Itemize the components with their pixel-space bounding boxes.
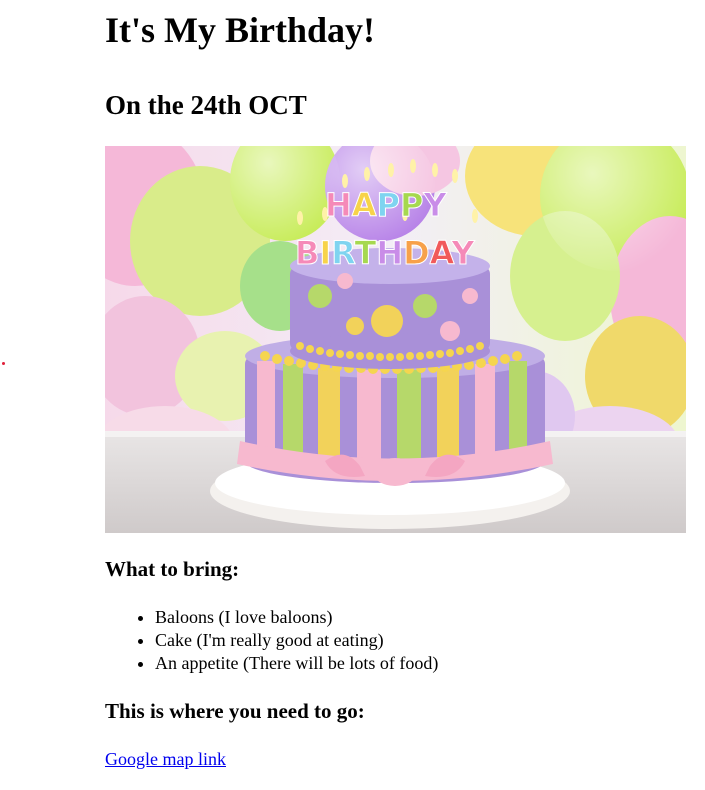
birthday-cake-image: HAPPY BIRTHDAY <box>105 146 686 533</box>
google-map-link[interactable]: Google map link <box>105 749 226 770</box>
bring-heading: What to bring: <box>105 557 240 581</box>
cake-illustration: HAPPY BIRTHDAY <box>105 146 686 533</box>
list-item: An appetite (There will be lots of food) <box>155 652 687 675</box>
date-heading: On the 24th OCT <box>105 90 307 120</box>
main-content: It's My Birthday! On the 24th OCT HAPPY … <box>105 0 687 770</box>
page-title: It's My Birthday! <box>105 10 375 50</box>
stray-dot <box>2 362 5 365</box>
topper-birthday: BIRTHDAY <box>295 234 475 272</box>
list-item: Cake (I'm really good at eating) <box>155 629 687 652</box>
bring-list: Baloons (I love baloons) Cake (I'm reall… <box>105 606 687 675</box>
topper-happy: HAPPY <box>325 186 447 224</box>
list-item: Baloons (I love baloons) <box>155 606 687 629</box>
page: It's My Birthday! On the 24th OCT HAPPY … <box>0 0 705 790</box>
directions-heading: This is where you need to go: <box>105 699 365 723</box>
